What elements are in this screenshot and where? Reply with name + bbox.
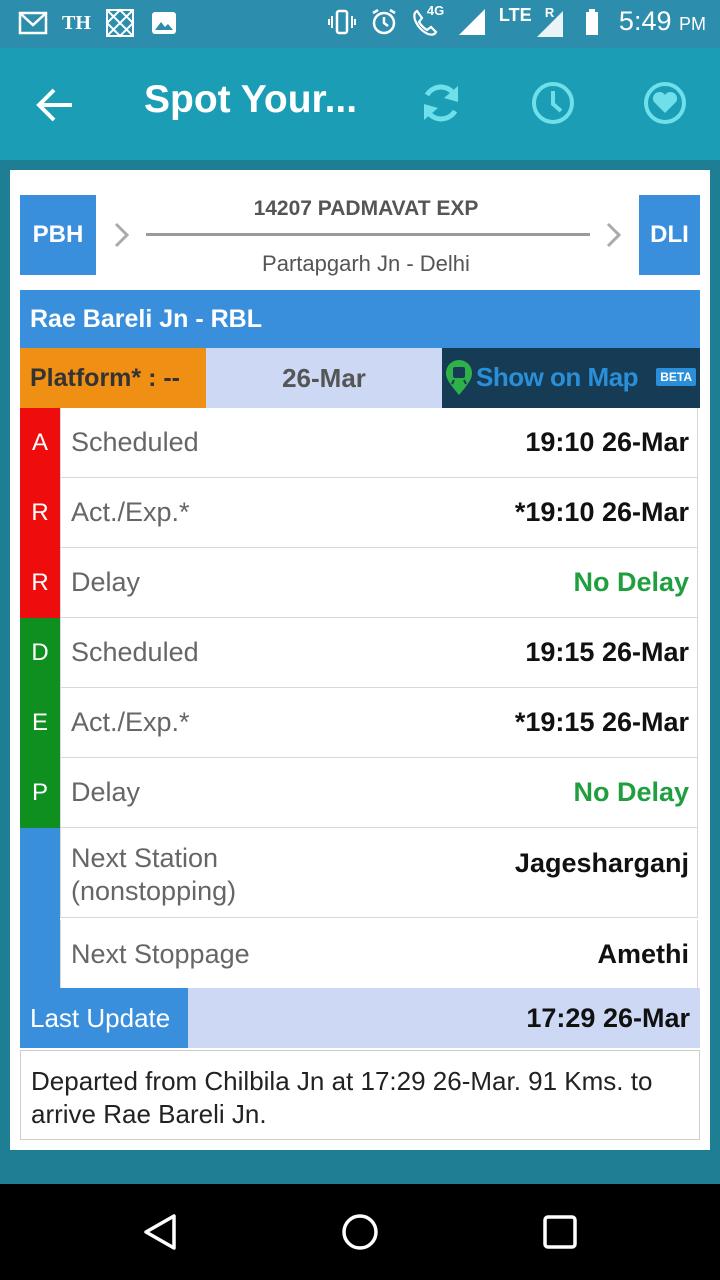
roaming-signal-icon	[536, 10, 563, 37]
side-letter: R	[31, 499, 49, 526]
refresh-icon[interactable]	[416, 78, 466, 128]
side-letter: D	[31, 639, 49, 666]
gallery-icon	[151, 12, 176, 34]
arrival-side-bar: A R R	[20, 408, 60, 618]
delay-status: No Delay	[573, 777, 689, 807]
last-update-row: Last Update 17:29 26-Mar	[20, 988, 700, 1048]
side-letter: E	[31, 709, 48, 736]
gmail-icon	[18, 11, 48, 35]
app-bar: Spot Your...	[0, 48, 720, 160]
last-update-value: 17:29 26-Mar	[188, 988, 700, 1048]
beta-badge: BETA	[656, 368, 696, 386]
next-station-row: Next Station (nonstopping) Jagesharganj	[60, 828, 698, 918]
departure-delay-row: Delay No Delay	[60, 758, 698, 828]
nav-home-icon[interactable]	[340, 1212, 380, 1252]
arrival-actual-row: Act./Exp.* *19:10 26-Mar	[60, 478, 698, 548]
route-line	[146, 233, 590, 236]
row-label: Delay	[71, 567, 141, 597]
row-label: Act./Exp.*	[71, 497, 190, 527]
train-name: 14207 PADMAVAT EXP	[253, 197, 479, 220]
next-station-value: Jagesharganj	[514, 848, 689, 878]
row-value: 19:15 26-Mar	[525, 637, 689, 667]
row-label: Scheduled	[71, 427, 199, 457]
show-on-map-button[interactable]: Show on Map BETA	[442, 348, 700, 408]
row-value: *19:15 26-Mar	[514, 707, 689, 737]
arrival-scheduled-row: Scheduled 19:10 26-Mar	[60, 408, 698, 478]
network-type: 4G	[426, 2, 445, 18]
row-value: 19:10 26-Mar	[525, 427, 689, 457]
favorite-heart-icon[interactable]	[640, 78, 690, 128]
row-label: Act./Exp.*	[71, 707, 190, 737]
map-pin-icon	[446, 360, 472, 395]
side-letter: R	[31, 569, 49, 596]
arrival-section: A R R Scheduled 19:10 26-Mar Act./Exp.* …	[20, 408, 700, 618]
departure-actual-row: Act./Exp.* *19:15 26-Mar	[60, 688, 698, 758]
next-stoppage-label: Next Stoppage	[71, 939, 250, 969]
departure-side-bar: D E P	[20, 618, 60, 828]
from-station-code[interactable]: PBH	[20, 195, 96, 275]
train-status-card: PBH 14207 PADMAVAT EXP Partapgarh Jn - D…	[10, 170, 710, 1150]
status-message: Departed from Chilbila Jn at 17:29 26-Ma…	[20, 1050, 700, 1140]
clock-time: 5:49	[618, 6, 672, 36]
next-station-label-line2: (nonstopping)	[71, 876, 237, 906]
side-letter: P	[31, 779, 48, 806]
clock: 5:49 PM	[619, 6, 706, 37]
next-section: Next Station (nonstopping) Jagesharganj …	[20, 828, 700, 990]
navigation-bar	[0, 1184, 720, 1280]
platform-info: Platform* : --	[20, 348, 206, 408]
next-side-bar	[20, 828, 60, 988]
back-arrow-icon[interactable]	[34, 84, 76, 126]
next-stoppage-row: Next Stoppage Amethi	[60, 920, 698, 990]
alarm-icon	[372, 8, 396, 34]
signal-icon	[458, 8, 485, 35]
delay-status: No Delay	[573, 567, 689, 597]
chevron-right-icon	[606, 222, 622, 248]
station-title: Rae Bareli Jn - RBL	[20, 290, 700, 348]
next-stoppage-value: Amethi	[597, 939, 689, 969]
route-header: PBH 14207 PADMAVAT EXP Partapgarh Jn - D…	[20, 195, 700, 276]
route-subtitle: Partapgarh Jn - Delhi	[262, 251, 470, 276]
pattern-icon	[105, 8, 135, 38]
lte-label: LTE	[498, 4, 532, 25]
side-letter: A	[31, 429, 48, 456]
row-value: *19:10 26-Mar	[514, 497, 689, 527]
nav-back-icon[interactable]	[140, 1212, 180, 1252]
departure-section: D E P Scheduled 19:15 26-Mar Act./Exp.* …	[20, 618, 700, 828]
departure-scheduled-row: Scheduled 19:15 26-Mar	[60, 618, 698, 688]
history-clock-icon[interactable]	[528, 78, 578, 128]
arrival-delay-row: Delay No Delay	[60, 548, 698, 618]
call-4g-icon: 4G	[411, 3, 445, 37]
last-update-label: Last Update	[20, 988, 188, 1048]
next-station-label-line1: Next Station	[71, 843, 219, 873]
info-row: Platform* : -- 26-Mar Show on Map BETA	[20, 348, 700, 408]
next-station-label: Next Station (nonstopping)	[71, 842, 236, 908]
status-bar: TH 4G LTE R 5:49 PM	[0, 0, 720, 48]
row-label: Delay	[71, 777, 141, 807]
show-on-map-label: Show on Map	[476, 362, 639, 392]
lte-signal: LTE R	[498, 4, 565, 37]
row-label: Scheduled	[71, 637, 199, 667]
carrier-badge: TH	[62, 11, 91, 34]
vibrate-icon	[327, 9, 356, 34]
clock-ampm: PM	[679, 14, 706, 34]
chevron-right-icon	[114, 222, 130, 248]
battery-icon	[585, 8, 598, 35]
to-station-code[interactable]: DLI	[639, 195, 700, 275]
nav-recents-icon[interactable]	[540, 1212, 580, 1252]
date-label: 26-Mar	[206, 348, 442, 408]
app-title: Spot Your...	[144, 78, 358, 121]
